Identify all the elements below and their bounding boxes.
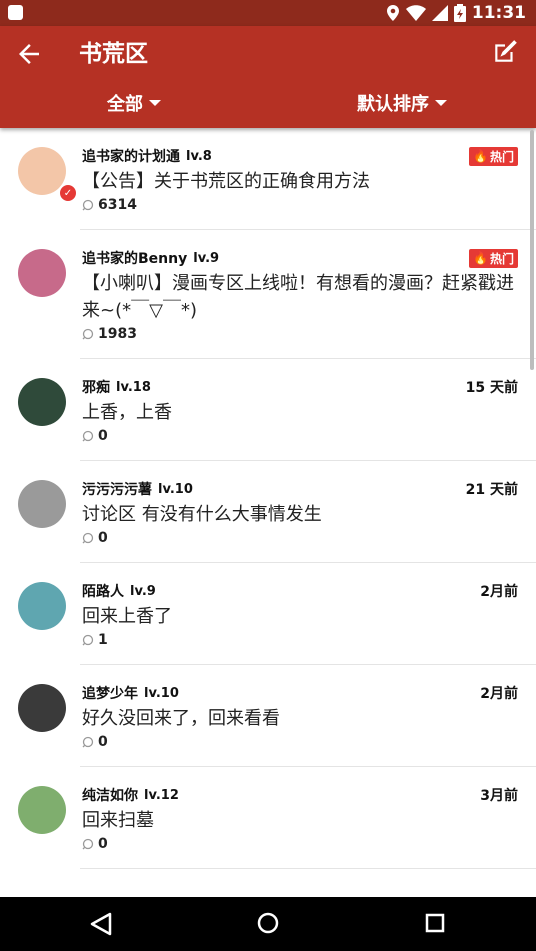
- status-bar: 11:31: [0, 0, 536, 26]
- user-level: lv.10: [158, 481, 193, 497]
- sort-filter-label: 默认排序: [357, 94, 429, 115]
- username[interactable]: 陌路人: [82, 581, 124, 601]
- username[interactable]: 追书家的计划通: [82, 146, 180, 166]
- post-title[interactable]: 回来扫墓: [82, 807, 518, 834]
- post-title[interactable]: 【小喇叭】漫画专区上线啦！有想看的漫画？赶紧戳进来~(*￣▽￣*): [82, 270, 518, 324]
- comment-count: 0: [82, 734, 518, 750]
- post-title[interactable]: 好久没回来了，回来看看: [82, 705, 518, 732]
- status-icons: 11:31: [386, 2, 526, 24]
- sort-filter[interactable]: 默认排序: [357, 90, 447, 116]
- verified-badge-icon: ✓: [58, 183, 78, 203]
- post-time: 21 天前: [465, 482, 518, 498]
- user-level: lv.10: [144, 685, 179, 701]
- comment-count: 1: [82, 632, 518, 648]
- post-time: 15 天前: [465, 380, 518, 396]
- comment-icon: [82, 430, 94, 442]
- avatar[interactable]: [18, 378, 66, 426]
- username[interactable]: 追书家的Benny: [82, 248, 187, 268]
- user-level: lv.18: [116, 379, 151, 395]
- page-title: 书荒区: [79, 41, 148, 67]
- post-title[interactable]: 【公告】关于书荒区的正确食用方法: [82, 168, 518, 195]
- edit-post-icon[interactable]: [492, 39, 518, 65]
- user-level: lv.12: [144, 787, 179, 803]
- avatar[interactable]: [18, 786, 66, 834]
- avatar[interactable]: [18, 249, 66, 297]
- post-title[interactable]: 讨论区 有没有什么大事情发生: [82, 501, 518, 528]
- username[interactable]: 纯洁如你: [82, 785, 138, 805]
- post-title[interactable]: 回来上香了: [82, 603, 518, 630]
- comment-count-value: 1: [98, 632, 108, 648]
- comment-count-value: 0: [98, 836, 108, 852]
- comment-icon: [82, 736, 94, 748]
- comment-icon: [82, 532, 94, 544]
- username[interactable]: 追梦少年: [82, 683, 138, 703]
- flame-icon: 🔥: [473, 251, 488, 265]
- app-toolbar: 书荒区 全部 默认排序: [0, 26, 536, 128]
- avatar[interactable]: [18, 480, 66, 528]
- post-row[interactable]: 污污污污薯 lv.10 21 天前 讨论区 有没有什么大事情发生 0: [18, 461, 536, 563]
- post-time: 2月前: [480, 686, 518, 702]
- comment-count-value: 0: [98, 734, 108, 750]
- system-navigation-bar: [0, 897, 536, 951]
- post-title[interactable]: 上香，上香: [82, 399, 518, 426]
- post-row[interactable]: 纯洁如你 lv.12 3月前 回来扫墓 0: [18, 767, 536, 869]
- comment-count-value: 0: [98, 530, 108, 546]
- post-time: 2月前: [480, 584, 518, 600]
- post-list: ✓ 追书家的计划通 lv.8 🔥 热门 【公告】关于书荒区的正确食用方法 6314…: [0, 128, 536, 897]
- clock: 11:31: [471, 3, 526, 23]
- notification-icon: [8, 5, 23, 20]
- nav-home-icon[interactable]: [257, 912, 279, 934]
- battery-icon: [453, 4, 466, 22]
- hot-badge-label: 热门: [489, 251, 514, 266]
- post-time: 3月前: [480, 788, 518, 804]
- comment-count: 6314: [82, 197, 518, 213]
- username[interactable]: 污污污污薯: [82, 479, 152, 499]
- comment-count: 0: [82, 428, 518, 444]
- comment-count: 0: [82, 530, 518, 546]
- post-row[interactable]: 邪痴 lv.18 15 天前 上香，上香 0: [18, 359, 536, 461]
- category-filter-label: 全部: [107, 94, 143, 115]
- scrollbar[interactable]: [530, 130, 534, 370]
- flame-icon: 🔥: [473, 149, 488, 163]
- user-level: lv.9: [193, 250, 220, 266]
- post-row[interactable]: 追梦少年 lv.10 2月前 好久没回来了，回来看看 0: [18, 665, 536, 767]
- avatar[interactable]: [18, 684, 66, 732]
- comment-count: 0: [82, 836, 518, 852]
- comment-count-value: 1983: [98, 326, 137, 342]
- hot-badge: 🔥 热门: [469, 146, 518, 166]
- signal-icon: [431, 5, 448, 21]
- hot-badge-label: 热门: [489, 149, 514, 164]
- comment-icon: [82, 199, 94, 211]
- comment-icon: [82, 328, 94, 340]
- dropdown-arrow-icon: [149, 100, 161, 106]
- nav-back-icon[interactable]: [90, 912, 112, 936]
- hot-badge: 🔥 热门: [469, 248, 518, 268]
- wifi-icon: [405, 5, 426, 21]
- nav-recents-icon[interactable]: [425, 913, 445, 933]
- comment-icon: [82, 838, 94, 850]
- post-row[interactable]: 陌路人 lv.9 2月前 回来上香了 1: [18, 563, 536, 665]
- username[interactable]: 邪痴: [82, 377, 110, 397]
- user-level: lv.9: [130, 583, 156, 599]
- post-row[interactable]: 追书家的Benny lv.9 🔥 热门 【小喇叭】漫画专区上线啦！有想看的漫画？赶…: [18, 230, 536, 359]
- category-filter[interactable]: 全部: [107, 90, 161, 116]
- avatar[interactable]: [18, 582, 66, 630]
- comment-icon: [82, 634, 94, 646]
- back-arrow-icon[interactable]: [14, 39, 44, 69]
- location-icon: [386, 5, 399, 21]
- comment-count-value: 0: [98, 428, 108, 444]
- comment-count-value: 6314: [98, 197, 137, 213]
- dropdown-arrow-icon: [435, 100, 447, 106]
- user-level: lv.8: [186, 148, 212, 164]
- post-row[interactable]: ✓ 追书家的计划通 lv.8 🔥 热门 【公告】关于书荒区的正确食用方法 6314: [18, 128, 536, 230]
- comment-count: 1983: [82, 326, 518, 342]
